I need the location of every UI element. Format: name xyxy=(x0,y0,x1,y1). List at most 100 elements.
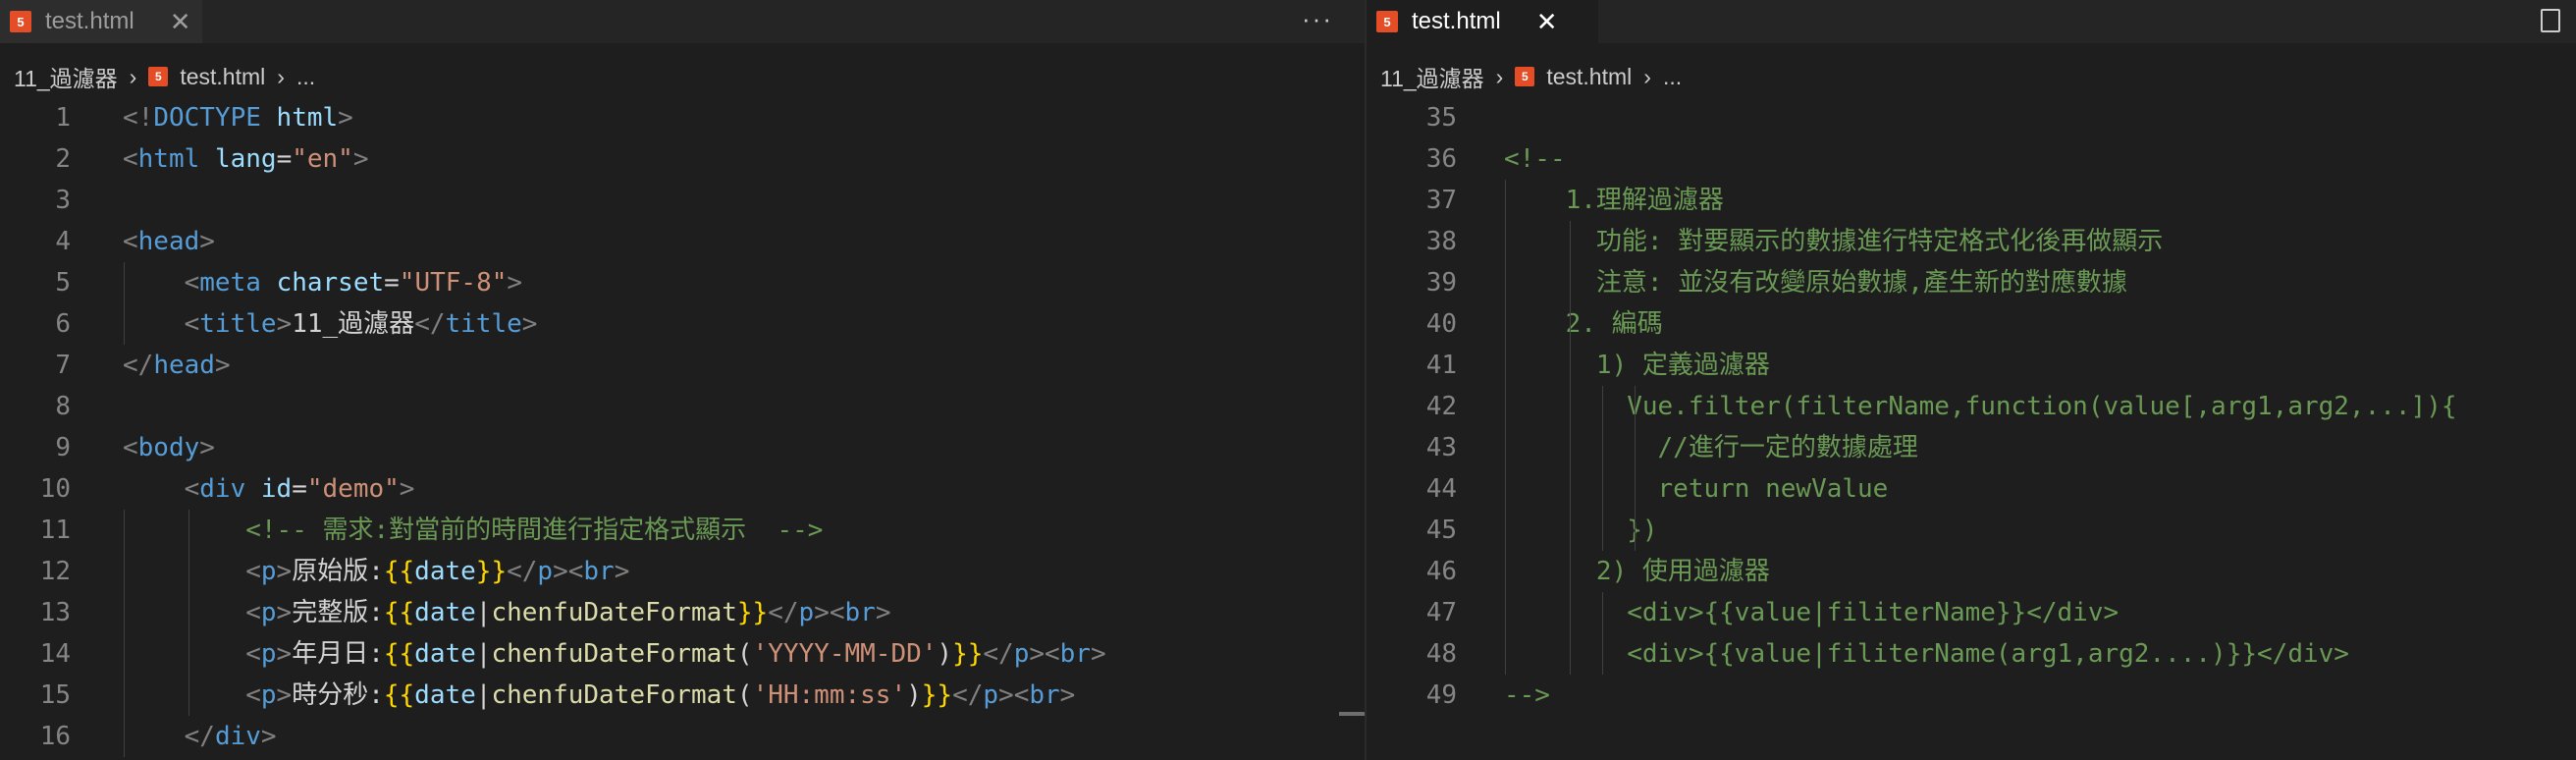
close-icon[interactable]: ✕ xyxy=(1536,7,1558,37)
code-line[interactable]: 16 </div> xyxy=(0,716,1365,757)
code-line[interactable]: 2 <html lang="en"> xyxy=(0,138,1365,180)
code-line[interactable]: 44 return newValue xyxy=(1367,468,2576,510)
code-token: charset xyxy=(276,268,385,298)
code-token: 2. 編碼 xyxy=(1504,309,1663,339)
line-number: 38 xyxy=(1425,227,1457,256)
code-token: > xyxy=(199,433,215,462)
code-line[interactable]: 13 <p>完整版:{{date|chenfuDateFormat}}</p><… xyxy=(0,592,1365,633)
code-line[interactable]: 12 <p>原始版:{{date}}</p><br> xyxy=(0,551,1365,592)
indent-guide xyxy=(1505,180,1506,675)
line-number: 12 xyxy=(39,557,71,586)
code-line[interactable]: 9 <body> xyxy=(0,427,1365,468)
code-line[interactable]: 38 功能: 對要顯示的數據進行特定格式化後再做顯示 xyxy=(1367,221,2576,262)
breadcrumb-file[interactable]: test.html xyxy=(1546,64,1632,90)
code-line[interactable]: 5 <meta charset="UTF-8"> xyxy=(0,262,1365,303)
split-editor-icon[interactable] xyxy=(2541,9,2560,32)
code-token: < xyxy=(245,557,261,586)
code-token: {{ xyxy=(383,680,415,710)
breadcrumb-file[interactable]: test.html xyxy=(180,64,265,90)
code-token: ) xyxy=(937,639,953,669)
line-number: 45 xyxy=(1425,516,1457,545)
code-editor[interactable]: 1 <!DOCTYPE html> 2 <html lang="en"> 3 4 <head… xyxy=(0,97,1365,760)
code-line[interactable]: 47 <div>{{value|filiterName}}</div> xyxy=(1367,592,2576,633)
code-token: > xyxy=(276,598,293,627)
code-line[interactable]: 10 <div id="demo"> xyxy=(0,468,1365,510)
code-line[interactable]: 46 2) 使用過濾器 xyxy=(1367,551,2576,592)
code-token: <!-- 需求:對當前的時間進行指定格式顯示 --> xyxy=(245,516,824,545)
chevron-right-icon: › xyxy=(1495,63,1504,89)
code-text: <p>完整版:{{date|chenfuDateFormat}}</p><br> xyxy=(123,592,890,633)
code-token: ) xyxy=(906,680,922,710)
code-line[interactable]: 39 注意: 並沒有改變原始數據,產生新的對應數據 xyxy=(1367,262,2576,303)
code-line[interactable]: 15 <p>時分秒:{{date|chenfuDateFormat('HH:mm… xyxy=(0,675,1365,716)
code-text: <body> xyxy=(123,427,215,468)
breadcrumb-folder[interactable]: 11_過濾器 xyxy=(14,60,118,93)
code-token: chenfuDateFormat xyxy=(491,639,737,669)
code-line[interactable]: 40 2. 編碼 xyxy=(1367,303,2576,345)
breadcrumb-symbol[interactable]: ... xyxy=(1663,64,1682,90)
code-line[interactable]: 3 xyxy=(0,180,1365,221)
code-line[interactable]: 37 1.理解過濾器 xyxy=(1367,180,2576,221)
indent-guide xyxy=(1635,386,1636,551)
code-line[interactable]: 6 <title>11_過濾器</title> xyxy=(0,303,1365,345)
tab-test-html[interactable]: 5 test.html ✕ xyxy=(0,0,202,43)
code-line[interactable]: 1 <!DOCTYPE html> xyxy=(0,97,1365,138)
line-number: 13 xyxy=(39,598,71,627)
code-token: DOCTYPE xyxy=(153,103,261,133)
code-token: 'HH:mm:ss' xyxy=(752,680,907,710)
line-number: 15 xyxy=(39,680,71,710)
code-token: <!-- xyxy=(1504,144,1566,174)
more-actions-icon[interactable]: ··· xyxy=(1302,4,1333,34)
breadcrumb-symbol[interactable]: ... xyxy=(296,64,315,90)
code-token: }} xyxy=(921,680,953,710)
code-line[interactable]: 45 }) xyxy=(1367,510,2576,551)
code-line[interactable]: 36 <!-- xyxy=(1367,138,2576,180)
code-token: p xyxy=(537,557,554,586)
code-line[interactable]: 8 xyxy=(0,386,1365,427)
code-text: 注意: 並沒有改變原始數據,產生新的對應數據 xyxy=(1504,262,2127,303)
line-number: 6 xyxy=(55,309,71,339)
line-number: 9 xyxy=(55,433,71,462)
code-editor[interactable]: 35 36 <!-- 37 1.理解過濾器 38 功能: 對要顯示的數據進行特定格式化後… xyxy=(1367,97,2576,760)
code-line[interactable]: 48 <div>{{value|filiterName(arg1,arg2...… xyxy=(1367,633,2576,675)
code-token: body xyxy=(137,433,200,462)
code-line[interactable]: 49 --> xyxy=(1367,675,2576,716)
code-text: 2. 編碼 xyxy=(1504,303,1663,345)
code-line[interactable]: 11 <!-- 需求:對當前的時間進行指定格式顯示 --> xyxy=(0,510,1365,551)
code-line[interactable]: 43 //進行一定的數據處理 xyxy=(1367,427,2576,468)
close-icon[interactable]: ✕ xyxy=(170,7,191,37)
chevron-right-icon: › xyxy=(129,63,137,89)
line-number: 14 xyxy=(39,639,71,669)
breadcrumb-folder[interactable]: 11_過濾器 xyxy=(1380,60,1484,93)
code-token: > xyxy=(338,103,353,133)
line-number: 37 xyxy=(1425,186,1457,215)
line-number: 39 xyxy=(1425,268,1457,298)
code-line[interactable]: 14 <p>年月日:{{date|chenfuDateFormat('YYYY-… xyxy=(0,633,1365,675)
tab-test-html-active[interactable]: 5 test.html ✕ xyxy=(1367,0,1598,43)
code-text: //進行一定的數據處理 xyxy=(1504,427,1918,468)
code-token: < xyxy=(123,227,138,256)
line-number: 3 xyxy=(55,186,71,215)
code-line[interactable]: 7 </head> xyxy=(0,345,1365,386)
code-token: date xyxy=(414,639,476,669)
code-line[interactable]: 4 <head> xyxy=(0,221,1365,262)
indent-guide xyxy=(1602,386,1603,551)
code-token: Vue.filter(filterName,function(value[,ar… xyxy=(1504,392,2457,421)
code-token: }} xyxy=(952,639,984,669)
code-text: </div> xyxy=(123,716,277,757)
code-token: "UTF-8" xyxy=(399,268,508,298)
html5-icon: 5 xyxy=(148,67,169,86)
code-token: > xyxy=(214,351,231,380)
code-token: > xyxy=(276,680,293,710)
code-token: 2) 使用過濾器 xyxy=(1504,557,1770,586)
code-token: 時分秒: xyxy=(292,680,384,710)
scrollbar-thumb[interactable] xyxy=(1339,712,1365,716)
code-token: p xyxy=(260,557,277,586)
code-line[interactable]: 35 xyxy=(1367,97,2576,138)
code-line[interactable]: 41 1) 定義過濾器 xyxy=(1367,345,2576,386)
code-text: 1.理解過濾器 xyxy=(1504,180,1724,221)
code-line[interactable]: 42 Vue.filter(filterName,function(value[… xyxy=(1367,386,2576,427)
